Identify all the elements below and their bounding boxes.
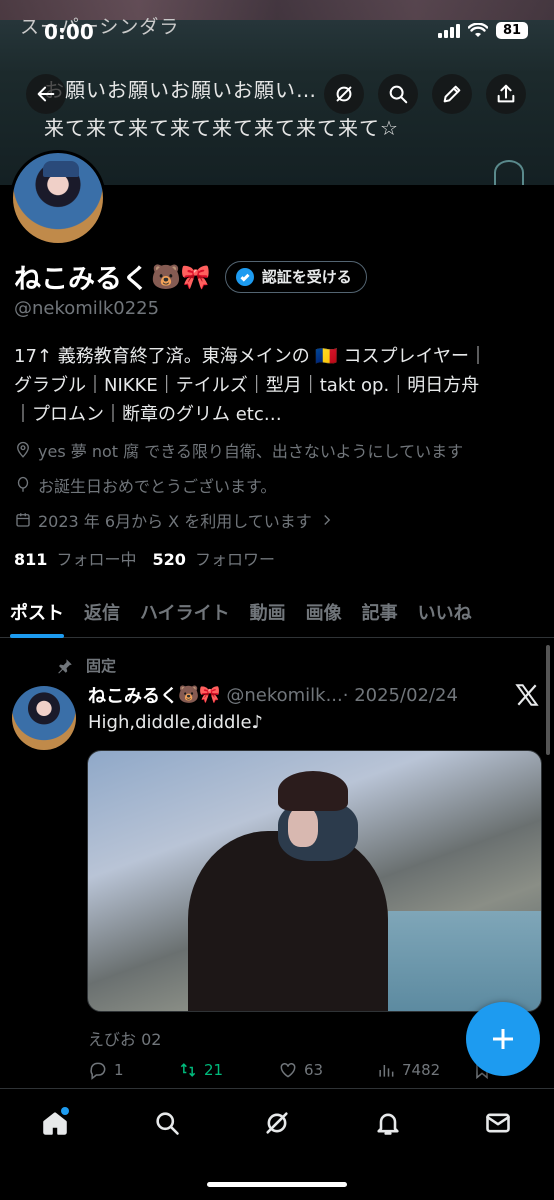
tab-posts[interactable]: ポスト	[0, 586, 74, 638]
tweet-author-name[interactable]: ねこみるく	[88, 682, 178, 708]
profile-bio: 17↑ 義務教育終了済。東海メインの 🇷🇴 コスプレイヤー｜ グラブル｜NIKK…	[14, 342, 544, 429]
profile-tabs: ポスト 返信 ハイライト 動画 画像 記事 いいね	[0, 586, 554, 638]
tweet-photo[interactable]	[87, 750, 542, 1012]
get-verified-button[interactable]: 認証を受ける	[224, 260, 367, 293]
view-count: 7482	[402, 1061, 441, 1079]
photo-subject	[168, 771, 408, 1011]
nav-search[interactable]	[147, 1103, 187, 1143]
like-button[interactable]: 63	[278, 1060, 376, 1080]
banner-text-line2: 来て来て来て来て来て来て来て来て☆	[44, 116, 399, 140]
bio-line: グラブル｜NIKKE｜テイルズ｜型月｜takt op.｜明日方舟	[14, 375, 480, 396]
back-button[interactable]	[26, 74, 66, 114]
pinned-indicator: 固定	[56, 655, 116, 676]
edit-button[interactable]	[432, 74, 472, 114]
grok-icon	[266, 1112, 288, 1134]
retweet-icon	[180, 1063, 196, 1077]
tweet-header: ねこみるく 🐻🎀 @nekomilk... · 2025/02/24	[88, 682, 458, 708]
balloon-icon	[17, 476, 29, 492]
retweet-button[interactable]: 21	[178, 1060, 278, 1080]
compose-post-button[interactable]	[466, 1002, 540, 1076]
share-button[interactable]	[486, 74, 526, 114]
tab-videos[interactable]: 動画	[240, 586, 296, 638]
birthday-text: お誕生日おめでとうございます。	[38, 477, 277, 496]
status-bar: 0:00 81	[0, 0, 554, 56]
display-name: ねこみるく	[14, 264, 149, 295]
profile-avatar[interactable]	[10, 150, 106, 246]
joined-text: 2023 年 6月から X を利用しています	[38, 512, 312, 531]
pinned-label: 固定	[86, 657, 117, 675]
nav-home[interactable]	[35, 1103, 75, 1143]
name-emoji: 🐻🎀	[151, 262, 211, 291]
following-count: 811	[14, 550, 48, 569]
x-logo-icon[interactable]	[514, 682, 540, 708]
chevron-right-icon	[324, 515, 330, 525]
profile-handle: @nekomilk0225	[14, 298, 160, 319]
location-pin-icon	[17, 441, 29, 458]
home-indicator[interactable]	[207, 1182, 347, 1187]
search-icon	[156, 1112, 179, 1135]
followers-link[interactable]: 520 フォロワー	[153, 546, 276, 570]
tweet-author-emoji: 🐻🎀	[178, 685, 221, 705]
reply-button[interactable]: 1	[88, 1060, 178, 1080]
following-link[interactable]: 811 フォロー中	[14, 546, 137, 570]
tab-likes[interactable]: いいね	[408, 586, 482, 638]
bio-line: 17↑ 義務教育終了済。東海メインの 🇷🇴 コスプレイヤー｜	[14, 346, 488, 367]
followers-count: 520	[152, 550, 186, 569]
heart-icon	[280, 1062, 296, 1078]
profile-birthday: お誕生日おめでとうございます。	[14, 473, 276, 497]
banner-text-line1: お願いお願いお願いお願い…	[44, 78, 317, 102]
profile-name-row: ねこみるく 🐻🎀 認証を受ける	[14, 257, 367, 296]
tab-images[interactable]: 画像	[296, 586, 352, 638]
views-button[interactable]: 7482	[376, 1060, 472, 1080]
bio-line: ｜プロムン｜断章のグリム etc…	[14, 404, 282, 425]
tab-articles[interactable]: 記事	[352, 586, 408, 638]
tab-replies[interactable]: 返信	[74, 586, 130, 638]
plus-icon	[493, 1029, 513, 1049]
following-label: フォロー中	[56, 550, 137, 569]
bell-icon	[377, 1113, 399, 1135]
views-chart-icon	[379, 1065, 394, 1077]
reply-count: 1	[114, 1061, 124, 1079]
battery-indicator: 81	[496, 22, 528, 39]
get-verified-label: 認証を受ける	[261, 268, 352, 286]
photo-credit: えびお 02	[88, 1030, 162, 1049]
tab-highlights[interactable]: ハイライト	[130, 586, 240, 638]
followers-label: フォロワー	[195, 550, 276, 569]
banner-decoration	[494, 160, 524, 185]
verified-badge-icon	[235, 267, 254, 286]
mail-icon	[486, 1113, 510, 1133]
status-icons: 81	[438, 22, 528, 39]
profile-location: yes 夢 not 腐 できる限り自衛、出さないようにしています	[14, 438, 463, 462]
back-icon	[37, 86, 55, 102]
reply-icon	[90, 1062, 106, 1080]
share-icon	[497, 84, 515, 103]
calendar-icon	[16, 513, 30, 527]
photo-background-pool	[388, 911, 541, 1011]
pin-icon	[58, 658, 72, 673]
tweet-avatar[interactable]	[12, 686, 76, 750]
search-button[interactable]	[378, 74, 418, 114]
scrollbar[interactable]	[546, 645, 550, 755]
tweet-date[interactable]: · 2025/02/24	[343, 685, 458, 706]
tweet-author-handle[interactable]: @nekomilk...	[226, 685, 342, 706]
grok-icon	[336, 86, 352, 102]
nav-messages[interactable]	[478, 1103, 518, 1143]
retweet-count: 21	[204, 1061, 224, 1079]
tweet-text: High,diddle,diddle♪	[88, 712, 264, 733]
wifi-icon	[468, 22, 488, 37]
search-icon	[389, 85, 408, 104]
cellular-signal-icon	[438, 23, 460, 38]
location-text: yes 夢 not 腐 できる限り自衛、出さないようにしています	[38, 442, 464, 461]
nav-notifications[interactable]	[368, 1103, 408, 1143]
like-count: 63	[304, 1061, 324, 1079]
follow-stats: 811 フォロー中 520 フォロワー	[14, 546, 275, 570]
grok-button[interactable]	[324, 74, 364, 114]
edit-icon	[443, 85, 461, 103]
nav-grok[interactable]	[257, 1103, 297, 1143]
profile-joined[interactable]: 2023 年 6月から X を利用しています	[14, 508, 336, 532]
home-notification-dot	[61, 1107, 69, 1115]
status-time: 0:00	[44, 20, 94, 44]
